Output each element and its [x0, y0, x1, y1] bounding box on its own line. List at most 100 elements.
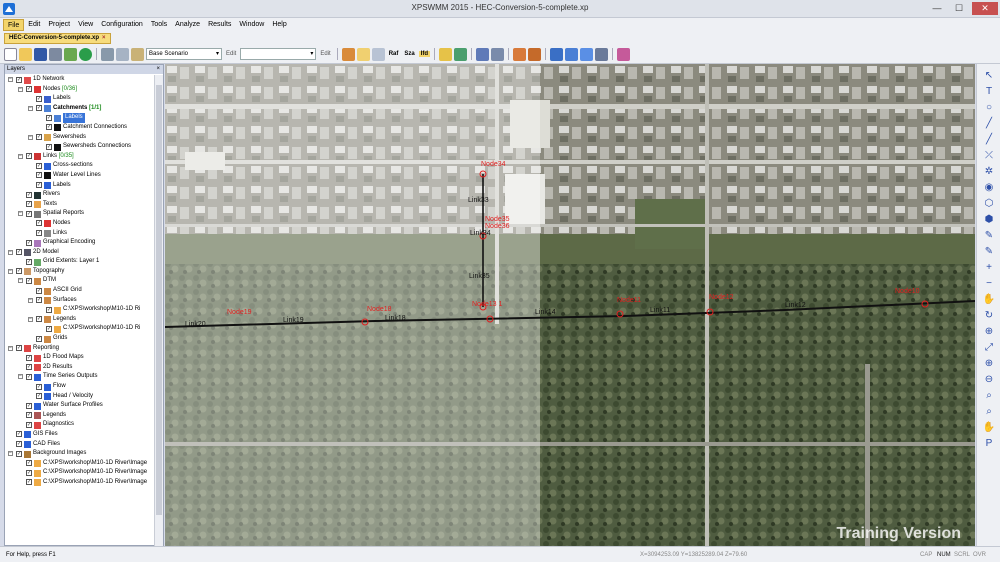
- move-icon[interactable]: ⊕: [982, 326, 996, 338]
- window-icon[interactable]: [476, 47, 490, 61]
- expand-toggle-icon[interactable]: −: [28, 134, 33, 140]
- edit-icon[interactable]: ✎: [982, 246, 996, 258]
- layer-row-background-images[interactable]: − ✓ Background Images: [5, 449, 155, 459]
- node-label[interactable]: Node11: [617, 297, 641, 304]
- layer-row-head-velocity[interactable]: ✓ Head / Velocity: [5, 392, 155, 402]
- pencil-icon[interactable]: ✎: [982, 230, 996, 242]
- expand-toggle-icon[interactable]: −: [8, 249, 13, 255]
- layer-row-grid-extents[interactable]: ✓ Grid Extents: Layer 1: [5, 257, 155, 267]
- menu-edit[interactable]: Edit: [24, 19, 44, 31]
- gear-icon[interactable]: [341, 47, 355, 61]
- hydrograph-icon[interactable]: [565, 47, 579, 61]
- layer-checkbox[interactable]: ✓: [36, 162, 42, 169]
- target-icon[interactable]: ◉: [982, 182, 996, 194]
- close-window-button[interactable]: ✕: [972, 2, 998, 15]
- layer-row-sewersheds[interactable]: − ✓ Sewersheds: [5, 133, 155, 143]
- grid-icon[interactable]: [356, 47, 370, 61]
- layer-row-nodes[interactable]: − ✓ Nodes [0/36]: [5, 85, 155, 95]
- layer-row-ascii-grid[interactable]: ✓ ASCII Grid: [5, 286, 155, 296]
- layer-checkbox[interactable]: ✓: [26, 373, 32, 380]
- layer-row-links[interactable]: − ✓ Links [0/35]: [5, 152, 155, 162]
- layer-row-2d-model[interactable]: − ✓ 2D Model: [5, 248, 155, 258]
- layer-row-spatial-links[interactable]: ✓ Links: [5, 229, 155, 239]
- node-label[interactable]: Node36: [485, 223, 510, 230]
- layer-row-grids[interactable]: ✓ Grids: [5, 334, 155, 344]
- layer-checkbox[interactable]: ✓: [36, 297, 42, 304]
- link-label[interactable]: Link34: [470, 230, 491, 237]
- circle-icon[interactable]: ○: [982, 102, 996, 114]
- add-icon[interactable]: +: [982, 262, 996, 274]
- layer-row-flow[interactable]: ✓ Flow: [5, 382, 155, 392]
- layer-checkbox[interactable]: ✓: [36, 105, 42, 112]
- node-label[interactable]: Node34: [481, 161, 506, 168]
- secondary-edit-button[interactable]: Edit: [318, 51, 332, 57]
- star-icon[interactable]: ✲: [982, 166, 996, 178]
- layer-row-surface-file[interactable]: ✓ C:\XPS\workshop\M10-1D Ri: [5, 305, 155, 315]
- layer-row-topography[interactable]: − ✓ Topography: [5, 267, 155, 277]
- layer-checkbox[interactable]: ✓: [36, 95, 42, 102]
- expand-toggle-icon[interactable]: −: [18, 278, 23, 284]
- link-label[interactable]: Link18: [385, 315, 406, 322]
- map-view[interactable]: Node34 Link33 Node35 Node36 Link34 Link3…: [165, 64, 975, 546]
- layer-checkbox[interactable]: ✓: [36, 172, 42, 179]
- layer-checkbox[interactable]: ✓: [26, 239, 32, 246]
- layer-checkbox[interactable]: ✓: [26, 364, 32, 371]
- layer-checkbox[interactable]: ✓: [26, 421, 32, 428]
- link-label[interactable]: Link20: [185, 321, 206, 328]
- layer-checkbox[interactable]: ✓: [16, 76, 22, 83]
- save-icon[interactable]: [34, 47, 47, 61]
- layer-checkbox[interactable]: ✓: [46, 143, 52, 150]
- layer-checkbox[interactable]: ✓: [46, 325, 52, 332]
- rainfall-button[interactable]: Raf: [387, 51, 401, 57]
- scrollbar-thumb[interactable]: [156, 85, 162, 515]
- pencil-icon[interactable]: [439, 47, 453, 61]
- menu-window[interactable]: Window: [235, 19, 268, 31]
- scenario-select[interactable]: Base Scenario ▾: [146, 48, 222, 60]
- layer-checkbox[interactable]: ✓: [16, 345, 22, 352]
- expand-toggle-icon[interactable]: −: [18, 374, 23, 380]
- cut-icon[interactable]: [101, 47, 114, 61]
- node-label[interactable]: Node18: [367, 306, 392, 313]
- resize-icon[interactable]: ⤢: [982, 342, 996, 354]
- menu-help[interactable]: Help: [268, 19, 290, 31]
- link-label[interactable]: Link11: [650, 307, 670, 314]
- layer-checkbox[interactable]: ✓: [46, 306, 52, 313]
- link-label[interactable]: Link33: [468, 197, 489, 204]
- layer-checkbox[interactable]: ✓: [36, 393, 42, 400]
- layer-row-catchments[interactable]: − ✓ Catchments [1/1]: [5, 104, 155, 114]
- node-label[interactable]: Node35: [485, 216, 510, 223]
- layer-row-node-labels[interactable]: ✓ Labels: [5, 94, 155, 104]
- layer-checkbox[interactable]: ✓: [46, 124, 52, 131]
- maximize-button[interactable]: ☐: [950, 2, 968, 15]
- node-label[interactable]: Node13 1: [472, 301, 502, 308]
- layer-row-background-image-2[interactable]: ✓ C:\XPS\workshop\M10-1D River\Image: [5, 468, 155, 478]
- layer-row-background-image-3[interactable]: ✓ C:\XPS\workshop\M10-1D River\Image: [5, 478, 155, 488]
- layer-row-texts[interactable]: ✓ Texts: [5, 200, 155, 210]
- node-label[interactable]: Node10: [895, 288, 920, 295]
- ifd-button[interactable]: Ifd: [418, 51, 431, 57]
- properties-icon[interactable]: P: [982, 438, 996, 450]
- sza-button[interactable]: Sza: [402, 51, 416, 57]
- close-tab-icon[interactable]: ×: [102, 35, 106, 41]
- layer-checkbox[interactable]: ✓: [26, 402, 32, 409]
- results-icon[interactable]: [580, 47, 594, 61]
- zoom-out-icon[interactable]: ⊖: [982, 374, 996, 386]
- polyline-icon[interactable]: ╱: [982, 134, 996, 146]
- layer-row-time-series-outputs[interactable]: − ✓ Time Series Outputs: [5, 372, 155, 382]
- close-layers-icon[interactable]: ×: [156, 65, 160, 74]
- fill-icon[interactable]: ⬢: [982, 214, 996, 226]
- expand-toggle-icon[interactable]: −: [18, 211, 23, 217]
- layer-checkbox[interactable]: ✓: [26, 191, 32, 198]
- layer-row-catchment-labels[interactable]: ✓ Labels: [5, 113, 155, 123]
- layer-row-water-level-lines[interactable]: ✓ Water Level Lines: [5, 171, 155, 181]
- expand-toggle-icon[interactable]: −: [28, 297, 33, 303]
- link-label[interactable]: Link12: [785, 302, 806, 309]
- layer-checkbox[interactable]: ✓: [36, 182, 42, 189]
- layer-checkbox[interactable]: ✓: [36, 316, 42, 323]
- text-icon[interactable]: T: [982, 86, 996, 98]
- select-icon[interactable]: ↖: [982, 70, 996, 82]
- layer-row-legend-file[interactable]: ✓ C:\XPS\workshop\M10-1D Ri: [5, 324, 155, 334]
- layer-checkbox[interactable]: ✓: [26, 210, 32, 217]
- layer-checkbox[interactable]: ✓: [26, 258, 32, 265]
- layer-checkbox[interactable]: ✓: [26, 86, 32, 93]
